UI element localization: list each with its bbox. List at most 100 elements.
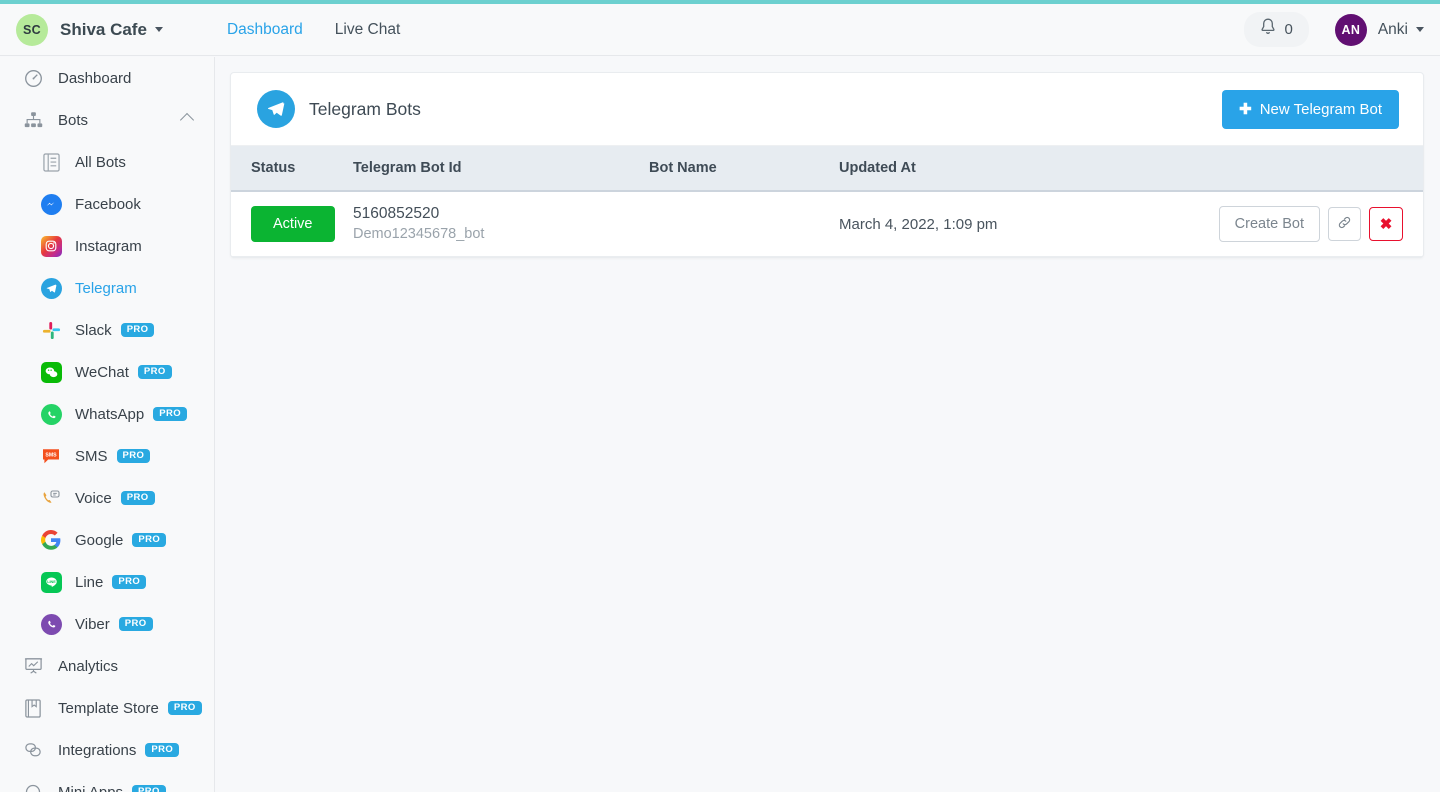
sidebar-item-label: WeChat [75, 363, 129, 381]
pro-badge: PRO [132, 533, 167, 547]
pro-badge: PRO [112, 575, 147, 589]
sidebar-item-slack[interactable]: Slack PRO [0, 309, 214, 351]
sidebar-item-mini-apps[interactable]: Mini Apps PRO [0, 771, 214, 792]
sidebar-item-telegram[interactable]: Telegram [0, 267, 214, 309]
column-actions [1209, 146, 1423, 192]
sidebar-item-dashboard[interactable]: Dashboard [0, 57, 214, 99]
navbar-right: 0 AN Anki [1243, 12, 1424, 47]
main-content: Telegram Bots ✚ New Telegram Bot Status … [215, 57, 1440, 792]
user-avatar[interactable]: AN [1334, 13, 1367, 46]
sidebar-item-viber[interactable]: Viber PRO [0, 603, 214, 645]
sidebar-item-facebook[interactable]: Facebook [0, 183, 214, 225]
column-updated-at: Updated At [839, 146, 1209, 192]
sidebar-item-all-bots[interactable]: All Bots [0, 141, 214, 183]
sidebar-item-label: Facebook [75, 195, 141, 213]
sidebar-item-line[interactable]: LINE Line PRO [0, 561, 214, 603]
bell-icon [1260, 18, 1276, 41]
sms-icon: SMS [38, 443, 64, 469]
link-icon [1337, 215, 1352, 233]
create-bot-button[interactable]: Create Bot [1218, 206, 1320, 243]
copy-link-button[interactable] [1328, 207, 1361, 242]
pro-badge: PRO [116, 449, 151, 463]
column-status: Status [231, 146, 353, 192]
facebook-messenger-icon [38, 191, 64, 217]
sidebar-item-label: Telegram [75, 279, 137, 297]
status-badge: Active [251, 206, 335, 243]
wechat-icon [38, 359, 64, 385]
sidebar-item-label: Analytics [58, 657, 119, 675]
sidebar-item-label: Google [75, 531, 124, 549]
telegram-bots-table: Status Telegram Bot Id Bot Name Updated … [231, 146, 1423, 258]
book-icon [20, 695, 46, 721]
page-title: Telegram Bots [309, 98, 421, 119]
line-icon: LINE [38, 569, 64, 595]
top-navbar: SC Shiva Cafe Dashboard Live Chat 0 AN A… [0, 4, 1440, 56]
new-telegram-bot-label: New Telegram Bot [1259, 100, 1382, 118]
notifications-button[interactable]: 0 [1243, 12, 1309, 47]
mini-apps-icon [20, 779, 46, 792]
table-body: Active 5160852520 Demo12345678_bot March… [231, 191, 1423, 258]
gauge-icon [20, 65, 46, 91]
nav-link-dashboard[interactable]: Dashboard [211, 21, 319, 39]
sidebar-item-template-store[interactable]: Template Store PRO [0, 687, 214, 729]
chevron-down-icon[interactable] [154, 27, 163, 32]
sidebar-item-label: WhatsApp [75, 405, 145, 423]
sidebar-item-analytics[interactable]: Analytics [0, 645, 214, 687]
table-header-row: Status Telegram Bot Id Bot Name Updated … [231, 146, 1423, 192]
sidebar-item-instagram[interactable]: Instagram [0, 225, 214, 267]
telegram-icon [257, 90, 295, 128]
pro-badge: PRO [120, 323, 155, 337]
pro-badge: PRO [153, 407, 187, 421]
list-icon [38, 149, 64, 175]
card-header: Telegram Bots ✚ New Telegram Bot [231, 73, 1423, 146]
table-header: Status Telegram Bot Id Bot Name Updated … [231, 146, 1423, 192]
sidebar-item-integrations[interactable]: Integrations PRO [0, 729, 214, 771]
pro-badge: PRO [118, 617, 153, 631]
pro-badge: PRO [137, 365, 172, 379]
sitemap-icon [20, 107, 46, 133]
org-name: Shiva Cafe [60, 19, 147, 39]
bot-handle-value: Demo12345678_bot [353, 225, 485, 242]
cell-bot-name [649, 191, 839, 258]
new-telegram-bot-button[interactable]: ✚ New Telegram Bot [1222, 89, 1399, 129]
plus-icon: ✚ [1239, 100, 1252, 118]
sidebar-item-wechat[interactable]: WeChat PRO [0, 351, 214, 393]
sidebar-item-label: Viber [75, 615, 110, 633]
telegram-bots-card: Telegram Bots ✚ New Telegram Bot Status … [230, 72, 1424, 259]
sidebar-item-label: Integrations [58, 741, 137, 759]
telegram-icon [38, 275, 64, 301]
cell-actions: Create Bot ✖ [1209, 191, 1423, 258]
svg-text:LINE: LINE [47, 580, 56, 584]
sidebar-item-label: Slack [75, 321, 112, 339]
sidebar-item-sms[interactable]: SMS SMS PRO [0, 435, 214, 477]
sidebar-item-google[interactable]: Google PRO [0, 519, 214, 561]
sidebar-item-label: All Bots [75, 153, 126, 171]
sidebar-item-label: Voice [75, 489, 112, 507]
pro-badge: PRO [120, 491, 155, 505]
slack-icon [38, 317, 64, 343]
sidebar-item-label: Mini Apps [58, 783, 124, 792]
sidebar-item-whatsapp[interactable]: WhatsApp PRO [0, 393, 214, 435]
org-switcher[interactable]: SC Shiva Cafe [16, 13, 163, 46]
table-row: Active 5160852520 Demo12345678_bot March… [231, 191, 1423, 258]
sidebar-item-label: Dashboard [58, 69, 132, 87]
pro-badge: PRO [167, 701, 202, 715]
user-menu-chevron-down-icon[interactable] [1416, 27, 1424, 32]
nav-link-live-chat[interactable]: Live Chat [319, 21, 416, 39]
google-icon [38, 527, 64, 553]
user-name: Anki [1377, 20, 1408, 38]
org-avatar: SC [16, 13, 48, 46]
viber-icon [38, 611, 64, 637]
pro-badge: PRO [132, 785, 166, 792]
sidebar-item-label: Line [75, 573, 104, 591]
bot-id-value: 5160852520 [353, 205, 440, 222]
sidebar-item-bots[interactable]: Bots [0, 99, 214, 141]
chevron-up-icon[interactable] [179, 112, 195, 128]
sidebar-item-voice[interactable]: Voice PRO [0, 477, 214, 519]
sidebar-item-label: Template Store [58, 699, 159, 717]
cell-status: Active [231, 191, 353, 258]
cell-updated-at: March 4, 2022, 1:09 pm [839, 191, 1209, 258]
sidebar: Dashboard Bots All Bots Facebook Instagr… [0, 57, 215, 792]
delete-bot-button[interactable]: ✖ [1369, 207, 1403, 242]
link-rings-icon [20, 737, 46, 763]
